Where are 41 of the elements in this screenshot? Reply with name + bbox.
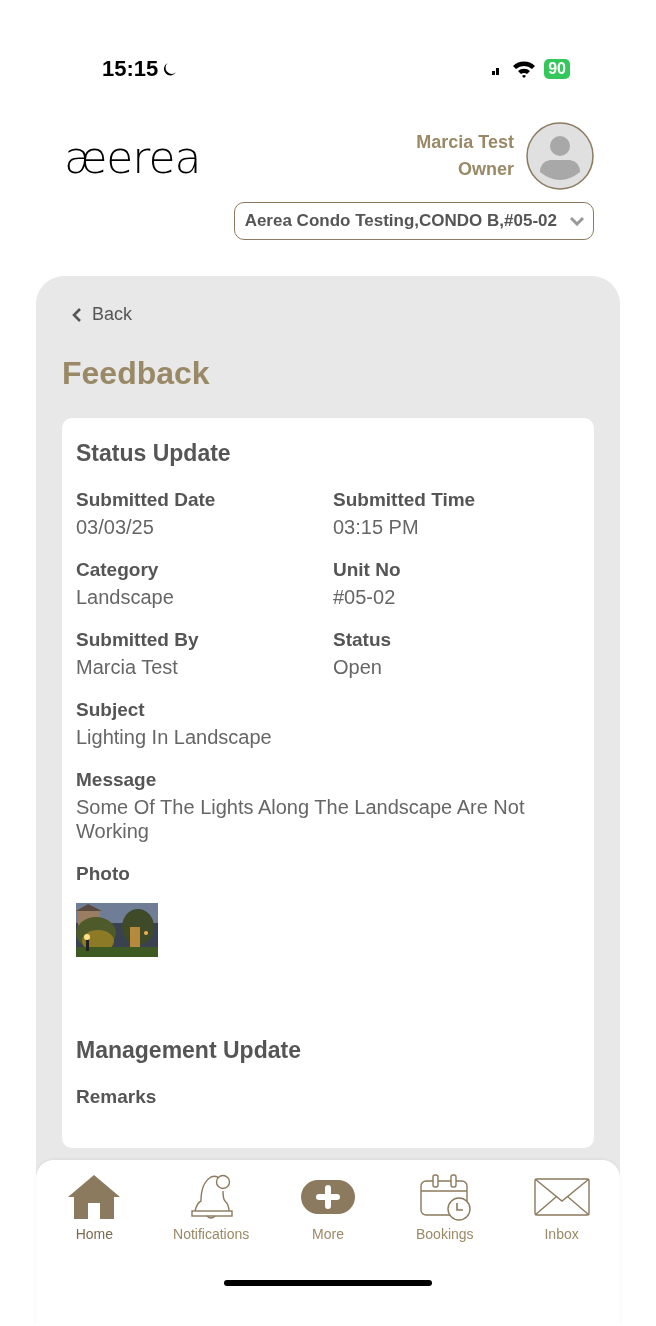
field-label: Unit No xyxy=(333,559,402,581)
tab[interactable]: Bookings xyxy=(389,1172,500,1242)
bell-icon xyxy=(189,1173,234,1221)
field-value: 03:15 PM xyxy=(333,515,420,539)
tab[interactable]: Home xyxy=(39,1172,150,1242)
section-title: Management Update xyxy=(76,1037,302,1064)
user-role: Owner xyxy=(458,159,514,180)
field-label: Category xyxy=(76,559,160,581)
tab[interactable]: More xyxy=(273,1172,383,1242)
envelope-icon xyxy=(533,1177,590,1217)
unit-dropdown[interactable]: Aerea Condo Testing,CONDO B,#05-02 xyxy=(233,202,594,240)
field-value: Marcia Test xyxy=(76,655,179,679)
field-label: Submitted Date xyxy=(76,489,217,511)
field-label: Remarks xyxy=(76,1086,158,1108)
field-value: Lighting In Landscape xyxy=(76,725,273,749)
field-label: Message xyxy=(76,769,158,791)
user-name: Marcia Test xyxy=(416,132,514,153)
field-value: Some Of The Lights Along The Landscape Are Not Working xyxy=(76,795,526,843)
plus-icon xyxy=(300,1179,356,1215)
chevron-down-icon xyxy=(569,216,585,226)
back-button[interactable]: Back xyxy=(62,304,133,325)
chevron-left-icon xyxy=(72,306,82,323)
field-label: Submitted Time xyxy=(333,489,477,511)
calendar-clock-icon xyxy=(418,1173,471,1221)
battery-level: 90 xyxy=(544,59,570,79)
field-label: Subject xyxy=(76,699,146,721)
tab[interactable]: Inbox xyxy=(506,1172,617,1242)
section-title: Status Update xyxy=(76,440,232,467)
avatar-icon[interactable] xyxy=(526,122,594,190)
clock-time: 15:15 xyxy=(102,56,159,82)
field-label: Photo xyxy=(76,863,131,885)
field-value: #05-02 xyxy=(333,585,397,609)
field-label: Status xyxy=(333,629,393,651)
tab[interactable]: Notifications xyxy=(156,1172,267,1242)
field-value: Landscape xyxy=(76,585,175,609)
wifi-icon xyxy=(512,60,537,78)
field-label: Submitted By xyxy=(76,629,200,651)
field-value: 03/03/25 xyxy=(76,515,155,539)
logo: æerea xyxy=(64,134,201,182)
page-title: Feedback xyxy=(62,355,211,392)
field-value: Open xyxy=(333,655,383,679)
